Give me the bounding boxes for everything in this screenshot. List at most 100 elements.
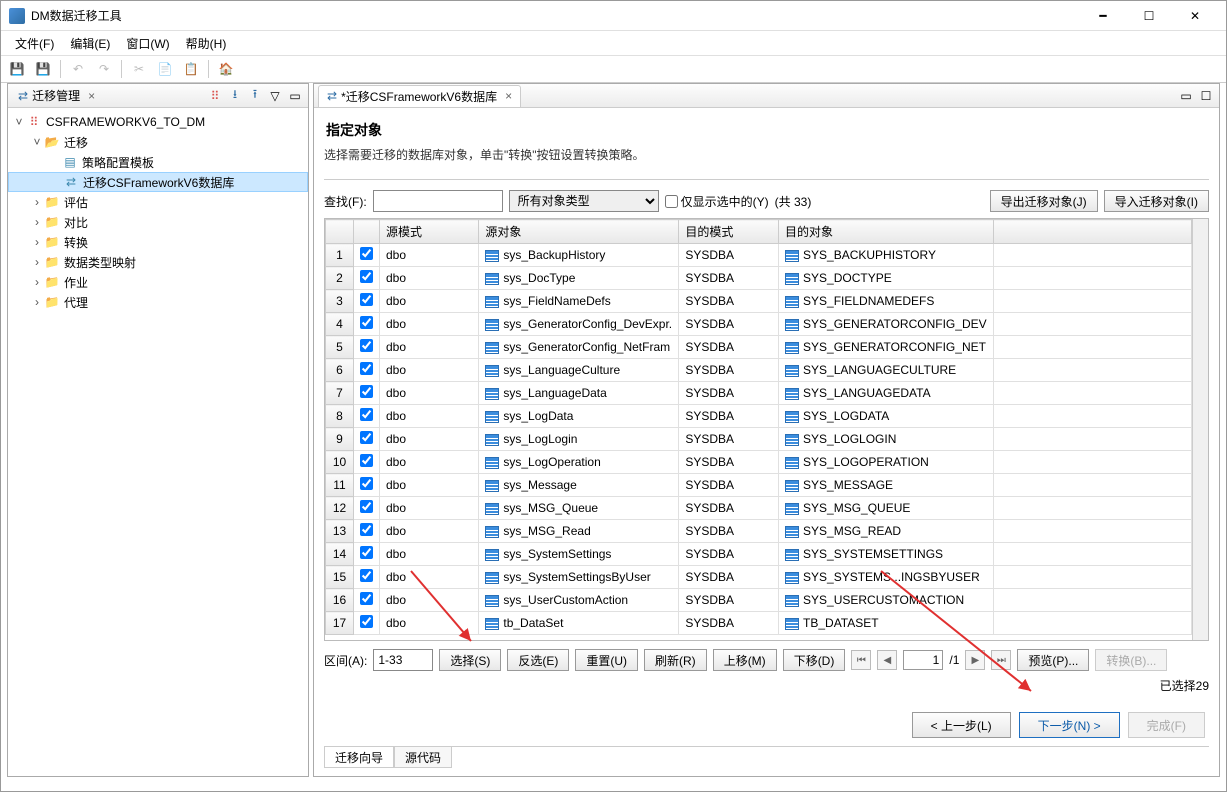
table-row[interactable]: 14dbosys_SystemSettingsSYSDBASYS_SYSTEMS… (326, 543, 1192, 566)
next-step-button[interactable]: 下一步(N) > (1019, 712, 1120, 738)
finish-button[interactable]: 完成(F) (1128, 712, 1205, 738)
row-checkbox[interactable] (360, 431, 373, 444)
tree-evaluate[interactable]: ›📁 评估 (8, 192, 308, 212)
next-page-icon[interactable]: ▶ (965, 650, 985, 670)
row-checkbox[interactable] (360, 569, 373, 582)
export-objects-button[interactable]: 导出迁移对象(J) (990, 190, 1098, 212)
tab-wizard[interactable]: 迁移向导 (324, 747, 394, 768)
row-checkbox[interactable] (360, 316, 373, 329)
minimize-panel-icon[interactable]: ▭ (286, 87, 304, 105)
tab-close-icon[interactable]: × (88, 89, 95, 103)
refresh-button[interactable]: 刷新(R) (644, 649, 707, 671)
table-row[interactable]: 1dbosys_BackupHistorySYSDBASYS_BACKUPHIS… (326, 244, 1192, 267)
minimize-editor-icon[interactable]: ▭ (1177, 87, 1195, 105)
object-type-select[interactable]: 所有对象类型 (509, 190, 659, 212)
table-row[interactable]: 16dbosys_UserCustomActionSYSDBASYS_USERC… (326, 589, 1192, 612)
tree-compare[interactable]: ›📁 对比 (8, 212, 308, 232)
row-checkbox[interactable] (360, 408, 373, 421)
menu-edit[interactable]: 编辑(E) (64, 33, 116, 54)
show-selected-only-input[interactable] (665, 195, 678, 208)
move-down-button[interactable]: 下移(D) (783, 649, 846, 671)
table-row[interactable]: 8dbosys_LogDataSYSDBASYS_LOGDATA (326, 405, 1192, 428)
migration-tree[interactable]: ˅⠿ CSFRAMEWORKV6_TO_DM ˅📂 迁移 ▤ 策略配置模板 ⇄ … (8, 108, 308, 776)
tree-agent[interactable]: ›📁 代理 (8, 292, 308, 312)
prev-step-button[interactable]: < 上一步(L) (912, 712, 1011, 738)
search-input[interactable] (373, 190, 503, 212)
row-checkbox[interactable] (360, 385, 373, 398)
export-icon[interactable]: ⭱ (246, 87, 264, 105)
row-checkbox[interactable] (360, 523, 373, 536)
tree-convert[interactable]: ›📁 转换 (8, 232, 308, 252)
tree-policy-template[interactable]: ▤ 策略配置模板 (8, 152, 308, 172)
preview-button[interactable]: 预览(P)... (1017, 649, 1089, 671)
cut-icon[interactable]: ✂ (127, 57, 151, 81)
left-panel-tab[interactable]: ⇄ 迁移管理 × (12, 85, 101, 106)
row-checkbox[interactable] (360, 615, 373, 628)
table-row[interactable]: 15dbosys_SystemSettingsByUserSYSDBASYS_S… (326, 566, 1192, 589)
row-checkbox[interactable] (360, 270, 373, 283)
row-checkbox[interactable] (360, 339, 373, 352)
objects-grid[interactable]: 源模式 源对象 目的模式 目的对象 1dbosys_BackupHistoryS… (325, 219, 1192, 640)
table-row[interactable]: 2dbosys_DocTypeSYSDBASYS_DOCTYPE (326, 267, 1192, 290)
table-row[interactable]: 12dbosys_MSG_QueueSYSDBASYS_MSG_QUEUE (326, 497, 1192, 520)
show-selected-only-checkbox[interactable]: 仅显示选中的(Y) (665, 193, 769, 210)
vertical-scrollbar[interactable] (1192, 219, 1208, 640)
menu-file[interactable]: 文件(F) (9, 33, 60, 54)
page-input[interactable] (903, 650, 943, 670)
col-tgt-object[interactable]: 目的对象 (779, 220, 994, 244)
undo-icon[interactable]: ↶ (66, 57, 90, 81)
minimize-button[interactable]: ━ (1080, 2, 1126, 30)
col-tgt-schema[interactable]: 目的模式 (679, 220, 779, 244)
row-checkbox[interactable] (360, 477, 373, 490)
paste-icon[interactable]: 📋 (179, 57, 203, 81)
tab-source[interactable]: 源代码 (394, 747, 452, 768)
convert-button[interactable]: 转换(B)... (1095, 649, 1167, 671)
range-input[interactable] (373, 649, 433, 671)
reset-button[interactable]: 重置(U) (575, 649, 638, 671)
save-all-icon[interactable]: 💾 (31, 57, 55, 81)
copy-icon[interactable]: 📄 (153, 57, 177, 81)
view-menu-icon[interactable]: ▽ (266, 87, 284, 105)
table-row[interactable]: 6dbosys_LanguageCultureSYSDBASYS_LANGUAG… (326, 359, 1192, 382)
tree-root[interactable]: ˅⠿ CSFRAMEWORKV6_TO_DM (8, 112, 308, 132)
move-up-button[interactable]: 上移(M) (713, 649, 777, 671)
save-icon[interactable]: 💾 (5, 57, 29, 81)
maximize-editor-icon[interactable]: ☐ (1197, 87, 1215, 105)
table-row[interactable]: 13dbosys_MSG_ReadSYSDBASYS_MSG_READ (326, 520, 1192, 543)
menu-help[interactable]: 帮助(H) (180, 33, 233, 54)
import-icon[interactable]: ⭳ (226, 87, 244, 105)
row-checkbox[interactable] (360, 247, 373, 260)
menu-window[interactable]: 窗口(W) (120, 33, 175, 54)
table-row[interactable]: 9dbosys_LogLoginSYSDBASYS_LOGLOGIN (326, 428, 1192, 451)
prev-page-icon[interactable]: ◀ (877, 650, 897, 670)
tab-close-icon[interactable]: × (505, 89, 512, 103)
row-checkbox[interactable] (360, 454, 373, 467)
col-src-object[interactable]: 源对象 (479, 220, 679, 244)
cluster-icon[interactable]: ⠿ (206, 87, 224, 105)
select-button[interactable]: 选择(S) (439, 649, 501, 671)
tree-type-mapping[interactable]: ›📁 数据类型映射 (8, 252, 308, 272)
tree-migration[interactable]: ˅📂 迁移 (8, 132, 308, 152)
tree-migrate-db[interactable]: ⇄ 迁移CSFrameworkV6数据库 (8, 172, 308, 192)
first-page-icon[interactable]: ⏮ (851, 650, 871, 670)
redo-icon[interactable]: ↷ (92, 57, 116, 81)
import-objects-button[interactable]: 导入迁移对象(I) (1104, 190, 1209, 212)
row-checkbox[interactable] (360, 592, 373, 605)
table-row[interactable]: 4dbosys_GeneratorConfig_DevExpr.SYSDBASY… (326, 313, 1192, 336)
table-row[interactable]: 10dbosys_LogOperationSYSDBASYS_LOGOPERAT… (326, 451, 1192, 474)
table-row[interactable]: 5dbosys_GeneratorConfig_NetFramSYSDBASYS… (326, 336, 1192, 359)
table-row[interactable]: 3dbosys_FieldNameDefsSYSDBASYS_FIELDNAME… (326, 290, 1192, 313)
row-checkbox[interactable] (360, 362, 373, 375)
home-icon[interactable]: 🏠 (214, 57, 238, 81)
invert-button[interactable]: 反选(E) (507, 649, 569, 671)
last-page-icon[interactable]: ⏭ (991, 650, 1011, 670)
table-row[interactable]: 7dbosys_LanguageDataSYSDBASYS_LANGUAGEDA… (326, 382, 1192, 405)
row-checkbox[interactable] (360, 293, 373, 306)
editor-tab[interactable]: ⇄ *迁移CSFrameworkV6数据库 × (318, 85, 521, 107)
tree-job[interactable]: ›📁 作业 (8, 272, 308, 292)
row-checkbox[interactable] (360, 546, 373, 559)
row-checkbox[interactable] (360, 500, 373, 513)
col-src-schema[interactable]: 源模式 (379, 220, 478, 244)
close-button[interactable]: ✕ (1172, 2, 1218, 30)
table-row[interactable]: 17dbotb_DataSetSYSDBATB_DATASET (326, 612, 1192, 635)
